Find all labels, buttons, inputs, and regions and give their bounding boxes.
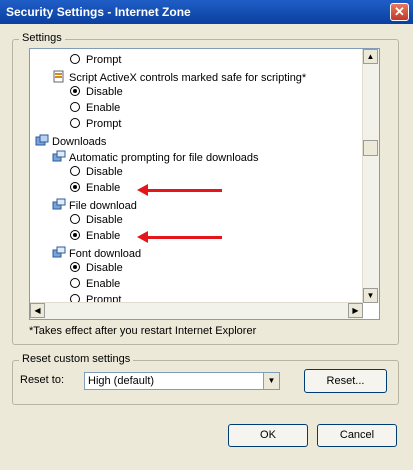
option-label: Disable [86, 262, 123, 274]
radio-option[interactable]: Prompt [70, 118, 121, 134]
radio-option[interactable]: Disable [70, 214, 123, 230]
reset-button[interactable]: Reset... [304, 369, 387, 393]
reset-level-value: High (default) [88, 375, 155, 387]
reset-group-label: Reset custom settings [19, 353, 134, 365]
close-button[interactable]: ✕ [390, 3, 409, 21]
setting-header: Font download [52, 246, 141, 262]
radio-icon[interactable] [70, 54, 80, 64]
scroll-down-icon[interactable]: ▼ [363, 288, 378, 303]
scroll-up-icon[interactable]: ▲ [363, 49, 378, 64]
chevron-down-icon[interactable]: ▼ [263, 373, 279, 389]
settings-icon [52, 198, 66, 211]
setting-header: Automatic prompting for file downloads [52, 150, 259, 166]
settings-icon [52, 150, 66, 163]
reset-button-label: Reset... [326, 375, 365, 387]
radio-option[interactable]: Enable [70, 182, 120, 198]
radio-icon[interactable] [70, 118, 80, 128]
radio-option[interactable]: Enable [70, 102, 120, 118]
option-label: Enable [86, 278, 121, 290]
title-bar: Security Settings - Internet Zone ✕ [0, 0, 413, 24]
option-label: Prompt [86, 54, 122, 66]
setting-header: Script ActiveX controls marked safe for … [52, 70, 306, 86]
radio-icon[interactable] [70, 278, 80, 288]
reset-to-label: Reset to: [20, 374, 65, 386]
radio-icon[interactable] [70, 86, 80, 96]
vertical-scrollbar[interactable]: ▲ ▼ [362, 49, 379, 303]
category-header: Downloads [35, 134, 106, 150]
radio-icon[interactable] [70, 166, 80, 176]
option-label: Automatic prompting for file downloads [69, 152, 259, 164]
radio-icon[interactable] [70, 230, 80, 240]
script-icon [52, 70, 65, 83]
close-icon: ✕ [394, 4, 405, 19]
radio-option[interactable]: Enable [70, 230, 120, 246]
option-label: Disable [86, 214, 123, 226]
horizontal-scrollbar[interactable]: ◀ ▶ [30, 302, 363, 319]
downloads-icon [35, 134, 49, 147]
radio-icon[interactable] [70, 102, 80, 112]
option-label: Downloads [52, 136, 107, 148]
cancel-button-label: Cancel [339, 429, 375, 441]
radio-icon[interactable] [70, 214, 80, 224]
option-label: Enable [86, 230, 121, 242]
ok-button-label: OK [260, 429, 276, 441]
option-label: Enable [86, 182, 121, 194]
option-label: Font download [69, 248, 142, 260]
settings-group-label: Settings [19, 32, 65, 44]
radio-icon[interactable] [70, 262, 80, 272]
scroll-left-icon[interactable]: ◀ [30, 303, 45, 318]
red-arrow-icon [137, 231, 222, 243]
radio-icon[interactable] [70, 182, 80, 192]
restart-note: *Takes effect after you restart Internet… [29, 325, 257, 337]
radio-option[interactable]: Disable [70, 166, 123, 182]
option-label: Enable [86, 102, 121, 114]
option-label: Disable [86, 166, 123, 178]
option-label: Prompt [86, 118, 122, 130]
option-label: Disable [86, 86, 123, 98]
option-label: File download [69, 200, 137, 212]
radio-option[interactable]: Disable [70, 262, 123, 278]
settings-list[interactable]: Prompt Script ActiveX controls marked saf… [29, 48, 380, 320]
scroll-thumb[interactable] [363, 140, 378, 156]
ok-button[interactable]: OK [228, 424, 308, 447]
window-title: Security Settings - Internet Zone [6, 5, 191, 19]
setting-header: File download [52, 198, 137, 214]
reset-level-select[interactable]: High (default) ▼ [84, 372, 280, 390]
radio-option[interactable]: Disable [70, 86, 123, 102]
scroll-right-icon[interactable]: ▶ [348, 303, 363, 318]
radio-option[interactable]: Enable [70, 278, 120, 294]
radio-option[interactable]: Prompt [70, 54, 121, 70]
option-label: Script ActiveX controls marked safe for … [69, 72, 307, 84]
settings-icon [52, 246, 66, 259]
cancel-button[interactable]: Cancel [317, 424, 397, 447]
red-arrow-icon [137, 184, 222, 196]
